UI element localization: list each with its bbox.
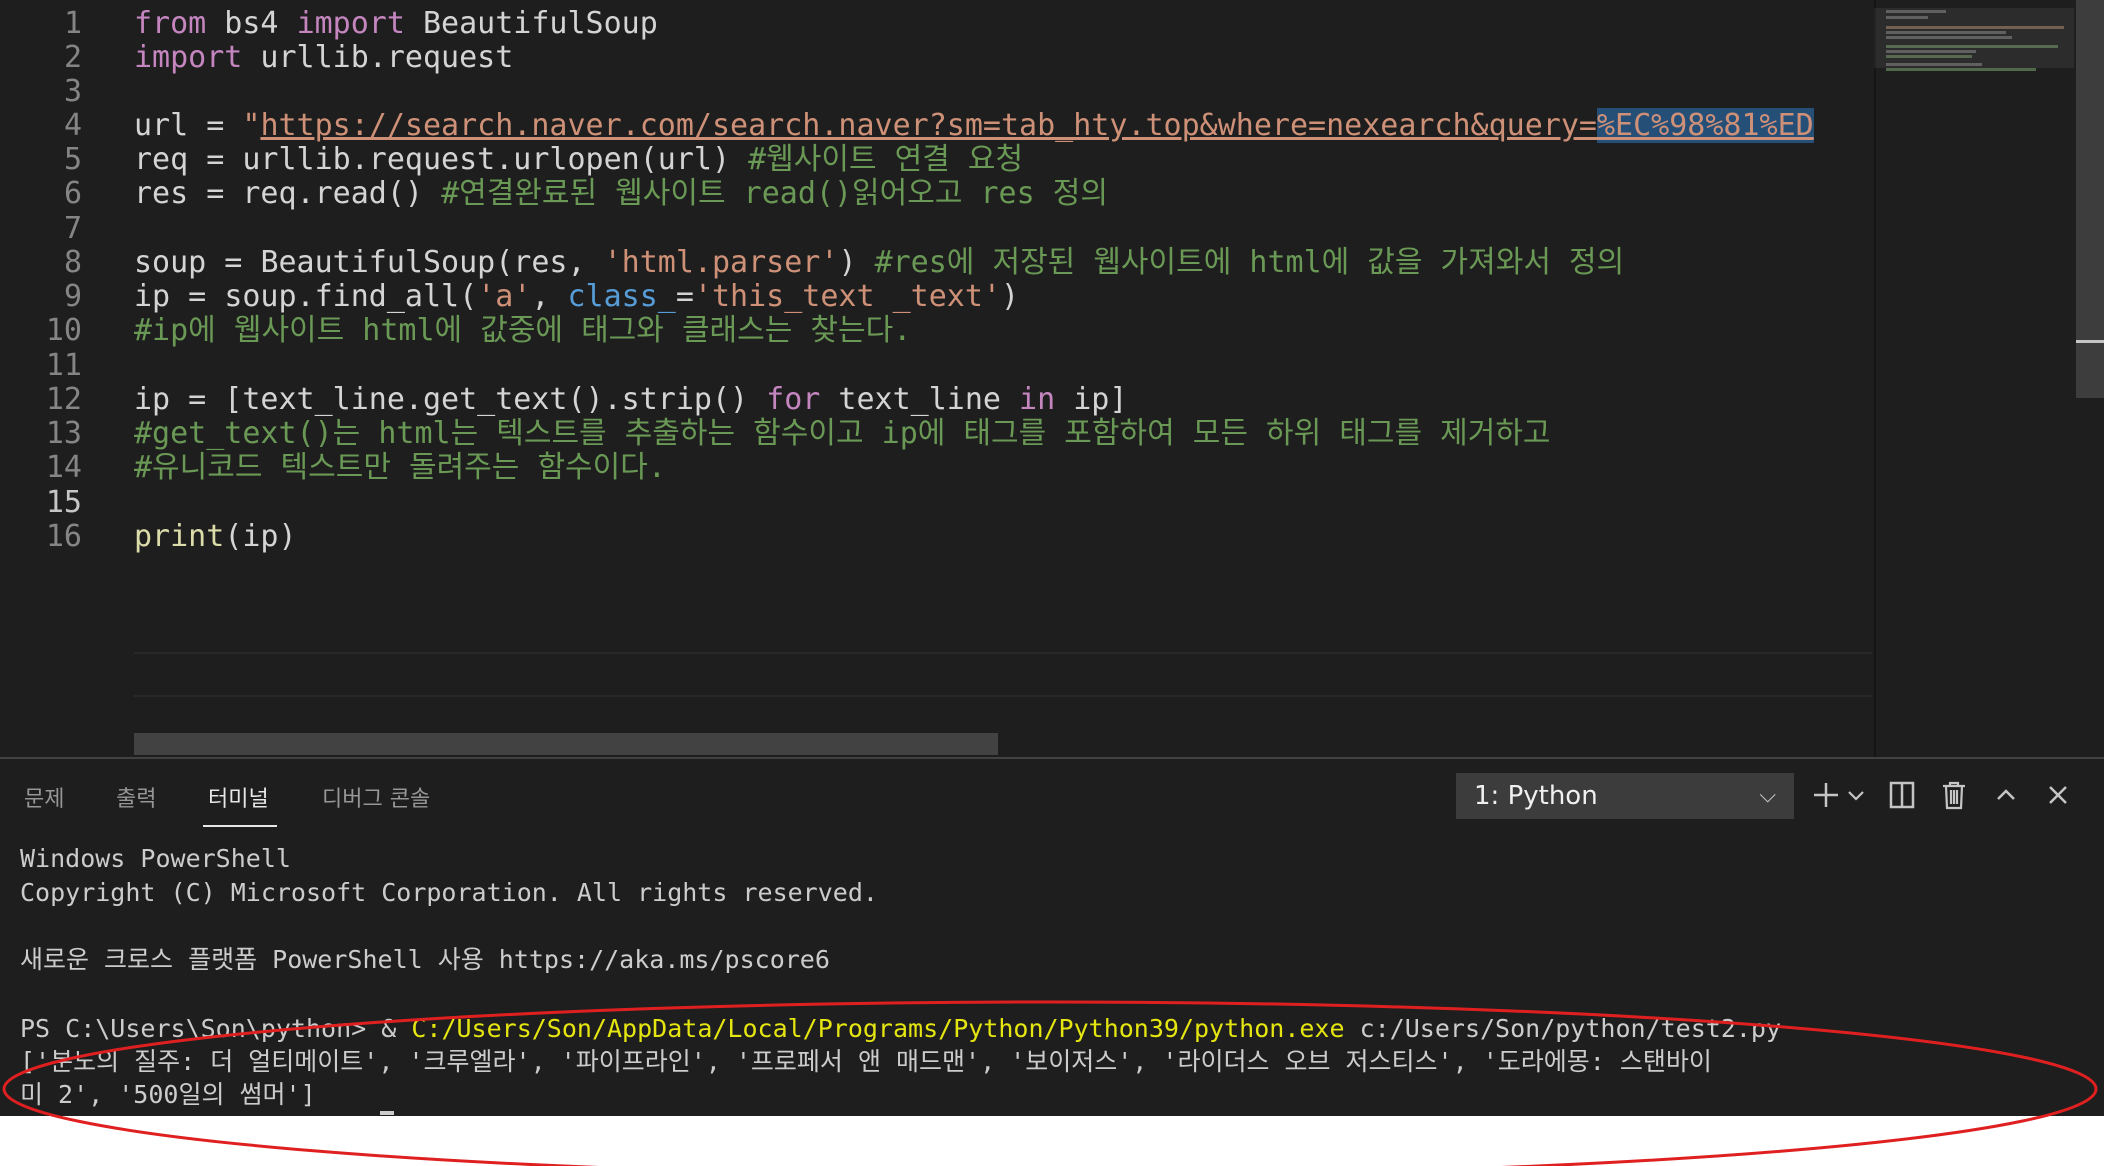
terminal-line: 새로운 크로스 플랫폼 PowerShell 사용 https://aka.ms…	[20, 945, 830, 974]
terminal-prompt: PS C:\Users\Son\python> &	[20, 1014, 412, 1043]
terminal-command-line: PS C:\Users\Son\python> & C:/Users/Son/A…	[20, 1012, 1781, 1046]
paren: )	[1000, 279, 1020, 314]
terminal-line: Copyright (C) Microsoft Corporation. All…	[20, 878, 878, 907]
code-line-16[interactable]: print(ip)	[134, 514, 297, 560]
tab-problems[interactable]: 문제	[24, 781, 64, 821]
terminal-select-value: 1: Python	[1474, 781, 1598, 811]
plus-icon[interactable]	[1806, 775, 1846, 815]
minimap-slider[interactable]	[1874, 8, 2074, 68]
code-area[interactable]: from bs4 import BeautifulSoup import url…	[134, 0, 1872, 757]
function-name: print	[134, 519, 225, 554]
tab-terminal[interactable]: 터미널	[208, 781, 269, 821]
chevron-up-icon[interactable]	[1986, 775, 2026, 815]
terminal-script-path: c:/Users/Son/python/test2.py	[1344, 1014, 1782, 1043]
terminal-line: Windows PowerShell	[20, 844, 291, 873]
variable: res	[134, 176, 189, 211]
chevron-down-icon: ⌵	[1759, 783, 1776, 808]
chevron-down-icon[interactable]	[1842, 775, 1870, 815]
terminal-cursor	[380, 1111, 394, 1115]
comment: #연결완료된 웹사이트 read()읽어오고 res 정의	[441, 176, 1108, 211]
code-line-2[interactable]: import urllib.request	[134, 35, 513, 81]
call: req.read()	[242, 176, 442, 211]
operator: =	[188, 176, 243, 211]
horizontal-scrollbar[interactable]	[134, 733, 998, 755]
terminal-output-line: ['분노의 질주: 더 얼티메이트', '크루엘라', '파이프라인', '프로…	[20, 1047, 1712, 1076]
keyword: import	[134, 40, 243, 75]
vertical-scrollbar[interactable]	[2076, 0, 2104, 398]
args: (ip)	[224, 519, 297, 554]
code-line-14[interactable]: #유니코드 텍스트만 돌려주는 함수이다.	[134, 445, 666, 491]
active-tab-indicator	[203, 825, 277, 827]
minimap-line	[1886, 68, 2036, 71]
vscode-window: 1 2 3 4 5 6 7 8 9 10 11 12 13 14 15 16 f…	[0, 0, 2104, 1116]
tab-output[interactable]: 출력	[116, 781, 156, 821]
split-icon[interactable]	[1882, 775, 1922, 815]
trash-icon[interactable]	[1934, 775, 1974, 815]
line-number-gutter: 1 2 3 4 5 6 7 8 9 10 11 12 13 14 15 16	[0, 0, 100, 757]
tab-debug-console[interactable]: 디버그 콘솔	[322, 781, 430, 821]
code-line-10[interactable]: #ip에 웹사이트 html에 값중에 태그와 클래스는 찾는다.	[134, 308, 911, 354]
module: urllib.request	[242, 40, 514, 75]
url-encoded-part[interactable]: %EC%98%81%ED	[1597, 108, 1814, 143]
scrollbar-cursor-marker	[2076, 340, 2104, 343]
terminal-output-line: 미 2', '500일의 썸머']	[20, 1080, 316, 1109]
terminal-exe-path: C:/Users/Son/AppData/Local/Programs/Pyth…	[411, 1014, 1345, 1043]
code-editor[interactable]: 1 2 3 4 5 6 7 8 9 10 11 12 13 14 15 16 f…	[0, 0, 2104, 757]
terminal-select[interactable]: 1: Python ⌵	[1456, 773, 1794, 819]
close-icon[interactable]	[2038, 775, 2078, 815]
minimap[interactable]	[1874, 0, 2076, 757]
code-line-6[interactable]: res = req.read() #연결완료된 웹사이트 read()읽어오고 …	[134, 171, 1108, 217]
line-number: 16	[45, 519, 82, 554]
